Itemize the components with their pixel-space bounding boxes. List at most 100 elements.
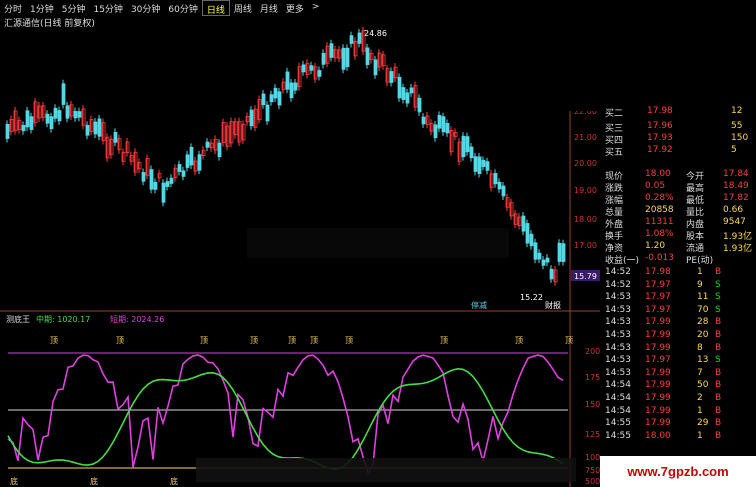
stat-row: 现价 18.00 今开 17.84: [601, 169, 756, 182]
price-tick: 21.00: [574, 133, 597, 142]
candle-body: [405, 92, 410, 104]
stat-value: 11311: [645, 217, 674, 227]
watermark: www.7gpzb.com: [600, 456, 756, 487]
candle-body: [53, 107, 58, 119]
stat-row: 涨幅 0.28% 最低 17.82: [601, 193, 756, 206]
trade-volume: 1: [697, 405, 703, 416]
candle-body: [25, 110, 30, 128]
stat-value: 17.84: [723, 169, 749, 179]
top-mark: 顶: [345, 336, 353, 345]
candle-body: [437, 115, 442, 129]
trade-volume: 11: [697, 292, 709, 303]
short-line: [7, 354, 564, 475]
top-mark: 顶: [116, 336, 124, 345]
candle-body: [169, 177, 174, 184]
trade-time: 14:52: [605, 267, 631, 277]
candle-body: [389, 71, 394, 83]
indicator-tick: 1000: [585, 453, 600, 462]
stat-value: 9547: [723, 217, 746, 227]
candle-body: [561, 243, 566, 262]
trade-time: 14:53: [605, 292, 631, 303]
candle-body: [265, 104, 270, 122]
indicator-tick: 1750: [585, 373, 600, 382]
candle-body: [501, 185, 506, 197]
candle-body: [525, 223, 530, 244]
candle-body: [189, 146, 194, 166]
top-mark: 顶: [288, 336, 296, 345]
quote-label: 买二: [605, 109, 624, 119]
top-mark: 顶: [440, 336, 448, 345]
quote-volume: 12: [731, 106, 743, 116]
price-tick: 18.00: [574, 215, 597, 224]
tag-label: 停减: [471, 300, 487, 310]
trade-time: 14:55: [605, 430, 631, 441]
trade-volume: 50: [697, 380, 709, 391]
trade-time: 14:55: [605, 418, 631, 429]
candle-body: [97, 118, 102, 137]
stat-row: 换手 1.08% 股本 1.93亿: [601, 229, 756, 242]
candle-body: [417, 97, 422, 113]
candle-body: [249, 109, 254, 127]
trade-time: 14:53: [605, 317, 631, 328]
quote-value: 17.98: [647, 106, 673, 116]
candle-body: [481, 159, 486, 167]
candle-body: [521, 215, 526, 232]
trade-row: 14:54 17.99 2 B: [601, 393, 756, 405]
trade-row: 14:53 17.99 8 B: [601, 343, 756, 355]
quote-row: 买三 17.96 55: [601, 121, 756, 134]
trade-price: 17.97: [645, 292, 671, 303]
candle-body: [485, 161, 490, 171]
candle-body: [153, 181, 158, 190]
candle-body: [341, 47, 346, 70]
trade-volume: 13: [697, 355, 709, 366]
trade-row: 14:55 17.99 29 B: [601, 418, 756, 430]
candle-body: [5, 123, 10, 139]
trade-time: 14:54: [605, 405, 631, 416]
trade-direction: B: [715, 430, 722, 441]
trade-price: 17.99: [645, 330, 671, 340]
candle-body: [545, 257, 550, 263]
price-tick: 20.00: [574, 159, 597, 168]
candle-body: [61, 83, 66, 105]
stat-value: 18.00: [645, 169, 671, 179]
candle-body: [365, 47, 370, 65]
candle-body: [205, 141, 210, 148]
trade-volume: 7: [697, 367, 703, 378]
trade-price: 17.98: [645, 267, 671, 277]
trade-row: 14:54 17.99 50 B: [601, 380, 756, 392]
trade-price: 17.99: [645, 342, 671, 353]
trade-direction: B: [715, 267, 722, 277]
trade-row: 14:55 18.00 1 B: [601, 431, 756, 443]
candle-body: [165, 181, 170, 187]
candle-body: [269, 94, 274, 103]
top-mark: 顶: [515, 336, 523, 345]
candle-body: [29, 116, 34, 130]
quote-value: 17.92: [647, 145, 673, 155]
candle-body: [441, 116, 446, 133]
top-mark: 顶: [200, 336, 208, 345]
trade-volume: 20: [697, 330, 709, 340]
indicator-tick: 750: [585, 466, 600, 475]
candle-body: [185, 154, 190, 168]
indicator-name: 测底王: [6, 314, 30, 324]
trade-price: 17.99: [645, 393, 671, 403]
trade-direction: S: [715, 304, 721, 315]
trade-direction: B: [715, 393, 722, 403]
candle-body: [21, 124, 26, 132]
trade-time: 14:54: [605, 393, 631, 403]
candle-body: [273, 87, 278, 99]
candle-body: [557, 242, 562, 262]
candle-body: [57, 110, 62, 122]
stat-row: 净资 1.20 流通 1.93亿: [601, 241, 756, 254]
trade-direction: S: [715, 355, 721, 366]
trade-volume: 2: [697, 393, 703, 403]
candle-body: [285, 71, 290, 90]
trade-time: 14:53: [605, 330, 631, 340]
candle-body: [141, 172, 146, 182]
candle-body: [309, 65, 314, 71]
candle-body: [289, 82, 294, 99]
stat-value: 1.20: [645, 241, 666, 251]
trade-volume: 8: [697, 342, 703, 353]
candle-body: [293, 82, 298, 91]
overlay-box: [247, 228, 509, 258]
